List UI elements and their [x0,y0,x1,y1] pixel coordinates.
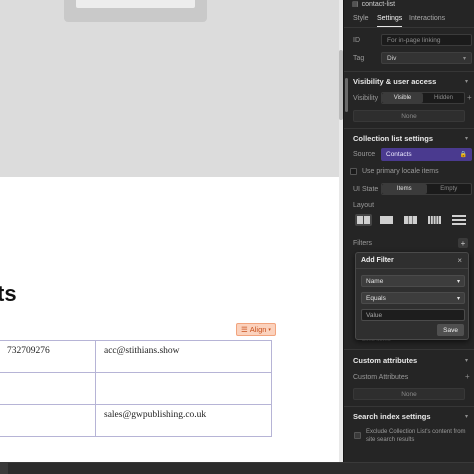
table-row[interactable] [0,372,272,405]
chevron-down-icon: ▾ [456,295,460,302]
lock-icon: 🔒 [459,152,467,158]
bottom-status-bar [0,462,474,474]
custom-attr-none: None [353,388,465,400]
settings-panel: ▤ contact-list Style Settings Interactio… [343,0,474,462]
id-label: ID [353,37,360,44]
tab-style[interactable]: Style [353,15,369,22]
layout-grid-5-button[interactable] [426,214,443,226]
chevron-down-icon[interactable]: ▾ [465,357,468,364]
table-row[interactable]: 732709276 acc@stithians.show [0,340,272,373]
layout-list-icon [451,215,466,225]
exclude-search-label: Exclude Collection List's content from s… [366,429,466,443]
layout-grid-3-button[interactable] [402,214,419,226]
visibility-none: None [353,110,465,122]
exclude-search-checkbox[interactable] [354,432,361,439]
ui-state-toggle[interactable]: Items Empty [381,183,472,195]
add-filter-title: Add Filter [361,257,394,264]
chevron-down-icon: ▾ [268,326,271,333]
add-icon[interactable]: + [467,93,472,102]
filter-operator-value: Equals [366,294,386,302]
tab-settings[interactable]: Settings [377,15,402,22]
tab-interactions[interactable]: Interactions [409,15,445,22]
save-button[interactable]: Save [437,324,464,336]
visibility-toggle[interactable]: Visible Hidden [381,92,465,104]
layout-grid-icon [357,216,370,224]
divider [344,71,474,72]
table-cell-phone[interactable] [0,404,96,437]
image-frame-inner [76,0,195,8]
contacts-table[interactable]: 732709276 acc@stithians.show sales@gwpub… [0,340,272,437]
table-cell-phone[interactable] [0,372,96,405]
visibility-visible-option[interactable]: Visible [382,93,423,103]
collection-section-title[interactable]: Collection list settings [353,134,433,143]
table-cell-email[interactable]: acc@stithians.show [95,340,272,373]
custom-attr-label: Custom Attributes [353,374,409,381]
filter-field-select[interactable]: Name ▾ [361,275,465,287]
hero-image-placeholder [0,0,343,177]
filter-value-placeholder: Value [366,311,383,319]
layout-columns-button[interactable] [378,214,395,226]
tag-select-value: Div [387,54,397,62]
chevron-down-icon: ▾ [462,55,466,62]
image-frame [64,0,207,22]
close-icon[interactable]: × [457,256,462,265]
ui-state-label: UI State [353,186,379,193]
chevron-down-icon[interactable]: ▾ [465,413,468,420]
source-select[interactable]: Contacts 🔒 [381,148,472,161]
ui-state-empty-option[interactable]: Empty [427,184,472,194]
source-value: Contacts [386,151,412,158]
chevron-down-icon: ▾ [456,278,460,285]
primary-locale-label: Use primary locale items [362,168,439,175]
align-button[interactable]: ☰ Align ▾ [236,323,276,336]
layout-grid-5-icon [428,216,441,224]
table-cell-phone[interactable]: 732709276 [0,340,96,373]
table-row[interactable]: sales@gwpublishing.co.uk [0,404,272,437]
id-input[interactable]: For in-page linking [381,34,472,46]
add-filter-popover: Add Filter × Name ▾ Equals ▾ Value Save [355,252,469,340]
align-label: Align [249,325,267,334]
layout-columns-icon [380,216,393,224]
source-label: Source [353,151,376,158]
chevron-down-icon[interactable]: ▾ [465,78,468,85]
visibility-label: Visibility [353,95,379,102]
filter-value-input[interactable]: Value [361,309,465,321]
section-heading[interactable]: ts [0,281,17,307]
layout-label: Layout [353,202,375,209]
designer-canvas: ts ☰ Align ▾ 732709276 acc@stithians.sho… [0,0,343,462]
table-cell-email[interactable]: sales@gwpublishing.co.uk [95,404,272,437]
add-icon[interactable]: + [465,372,470,381]
divider [344,128,474,129]
id-input-placeholder: For in-page linking [387,36,441,44]
filter-field-value: Name [366,277,384,285]
layout-grid-2-button[interactable] [355,214,372,226]
tag-label: Tag [353,55,365,62]
visibility-hidden-option[interactable]: Hidden [423,93,464,103]
visibility-section-title[interactable]: Visibility & user access [353,77,436,86]
layout-list-button[interactable] [450,214,467,226]
custom-attr-section-title[interactable]: Custom attributes [353,356,417,365]
selected-element-name: contact-list [361,0,396,8]
divider [344,349,474,350]
tag-select[interactable]: Div ▾ [381,52,472,64]
selected-element: ▤ contact-list [352,0,396,9]
layout-grid-3-icon [404,216,417,224]
add-filter-button[interactable]: + [458,238,468,248]
bottom-bar-handle[interactable] [0,463,8,474]
search-section-title[interactable]: Search index settings [353,412,431,421]
panel-scrollbar-thumb[interactable] [345,78,348,112]
collection-list-icon: ▤ [352,1,359,8]
chevron-down-icon[interactable]: ▾ [465,135,468,142]
primary-locale-checkbox[interactable] [350,168,357,175]
filters-label: Filters [353,240,373,247]
filter-operator-select[interactable]: Equals ▾ [361,292,465,304]
table-cell-email[interactable] [95,372,272,405]
divider [344,406,474,407]
divider [356,268,468,269]
divider [344,27,474,28]
align-icon: ☰ [241,325,248,334]
ui-state-items-option[interactable]: Items [382,184,427,194]
